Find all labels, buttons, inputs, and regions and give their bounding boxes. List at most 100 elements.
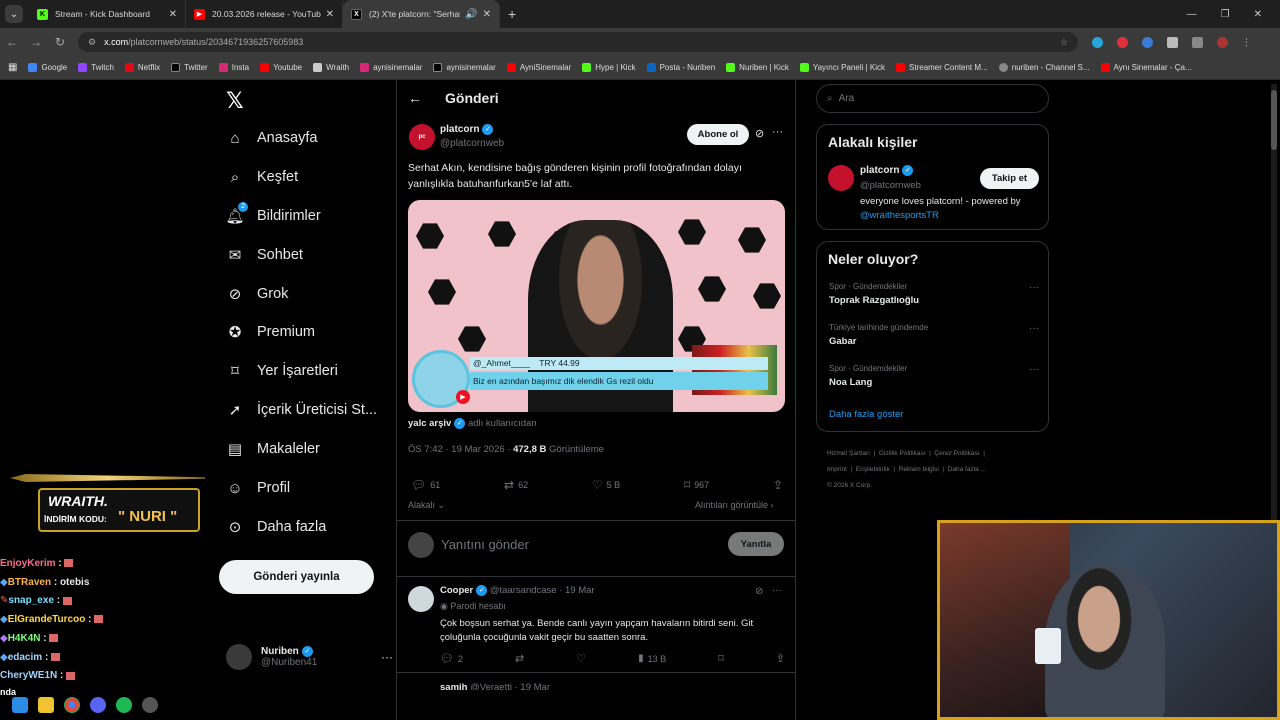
extension-icon[interactable]	[1092, 36, 1103, 48]
profile-avatar-icon[interactable]	[1217, 36, 1228, 48]
sidebar-item-more[interactable]: ⊙ Daha fazla	[226, 518, 327, 536]
star-icon[interactable]: ☆	[1060, 37, 1068, 48]
apps-grid-icon[interactable]: ▦	[8, 62, 17, 73]
footer-link[interactable]: Reklam bilgisi	[899, 466, 939, 473]
reply-submit-button[interactable]: Yanıtla	[728, 532, 784, 556]
bookmark-aynisinemalar-x[interactable]: aynisinemalar	[433, 63, 496, 72]
sidebar-item-home[interactable]: ⌂ Anasayfa	[226, 129, 317, 147]
url-input[interactable]: ⚙ x.com/platcornweb/status/2034671936257…	[78, 32, 1078, 52]
footer-link[interactable]: Hizmet Şartları	[827, 450, 870, 457]
reply-handle[interactable]: @taarsandcase	[490, 585, 557, 596]
related-name[interactable]: platcorn ✓	[860, 165, 914, 176]
account-switcher[interactable]: Nuriben ✓ @Nuriben41 ···	[226, 644, 393, 670]
close-tab-icon[interactable]: ✕	[169, 9, 177, 20]
bookmark-aynisinemalar[interactable]: aynisinemalar	[360, 63, 422, 72]
bookmark-wraith[interactable]: Wraith	[313, 63, 349, 72]
sidebar-item-articles[interactable]: ▤ Makaleler	[226, 440, 320, 458]
reply-author[interactable]: Cooper	[440, 585, 473, 596]
bookmark-nuriben-kick[interactable]: Nuriben | Kick	[726, 63, 789, 72]
bookmark-streamer-content[interactable]: Streamer Content M...	[896, 63, 988, 72]
cooper-avatar[interactable]	[408, 586, 434, 612]
more-dots-icon[interactable]: ···	[1029, 282, 1039, 293]
sidebar-item-premium[interactable]: ✪ Premium	[226, 323, 315, 341]
forward-icon[interactable]: →	[24, 35, 48, 49]
footer-link[interactable]: Çerez Politikası	[934, 450, 979, 457]
bookmark-twitter[interactable]: Twitter	[171, 63, 208, 72]
view-quotes-link[interactable]: Alıntıları görüntüle ›	[695, 500, 774, 510]
bookmark-google[interactable]: Google	[28, 63, 67, 72]
bookmark-posta[interactable]: Posta - Nuriben	[646, 63, 715, 72]
browser-tab-kick[interactable]: K Stream - Kick Dashboard ✕	[29, 0, 186, 28]
maximize-icon[interactable]: ❐	[1221, 9, 1230, 20]
windows-start-icon[interactable]	[12, 697, 28, 713]
discord-icon[interactable]	[90, 697, 106, 713]
folder-icon[interactable]	[38, 697, 54, 713]
like-button[interactable]: ♡	[576, 652, 586, 665]
bookmark-hype-kick[interactable]: Hype | Kick	[582, 63, 636, 72]
bookmark-yayinci-paneli[interactable]: Yayıncı Paneli | Kick	[799, 63, 885, 72]
sidebar-item-creator-studio[interactable]: ➚ İçerik Üreticisi St...	[226, 401, 377, 419]
close-tab-icon[interactable]: ✕	[483, 9, 491, 20]
platcorn-avatar[interactable]: pc	[409, 124, 435, 150]
sort-dropdown[interactable]: Alakalı ⌄	[408, 500, 445, 511]
browser-tab-youtube[interactable]: ▶ 20.03.2026 release - YouTube ✕	[186, 0, 343, 28]
views-button[interactable]: ▮ 13 B	[638, 653, 666, 664]
sidebar-item-notifications[interactable]: 🔔︎ 2 Bildirimler	[225, 202, 321, 225]
follow-button[interactable]: Takip et	[980, 168, 1039, 189]
scrollbar-thumb[interactable]	[1271, 90, 1277, 150]
more-dots-icon[interactable]: ···	[772, 126, 783, 138]
reply-button[interactable]: 💬︎ 2	[440, 652, 463, 665]
grok-icon[interactable]: ⊘	[755, 127, 764, 140]
subscribe-button[interactable]: Abone ol	[687, 124, 749, 145]
footer-link[interactable]: Erişilebilirlik	[856, 466, 890, 473]
close-tab-icon[interactable]: ✕	[326, 9, 334, 20]
repost-button[interactable]: ⇄	[515, 652, 524, 665]
sidebar-item-explore[interactable]: ⌕ Keşfet	[226, 168, 298, 186]
bookmark-ayni-sinemalar[interactable]: Aynı Sinemalar - Ça...	[1100, 63, 1192, 72]
search-input[interactable]: ⌕ Ara	[816, 84, 1049, 113]
footer-link[interactable]: Imprint	[827, 466, 847, 473]
show-more-link[interactable]: Daha fazla göster	[829, 409, 903, 420]
back-icon[interactable]: ←	[0, 35, 24, 49]
platcorn-avatar[interactable]	[828, 165, 854, 191]
next-reply-author[interactable]: samih	[440, 682, 467, 690]
puzzle-icon[interactable]	[1167, 36, 1178, 48]
more-dots-icon[interactable]: ···	[772, 585, 782, 596]
sidebar-item-profile[interactable]: ☺ Profil	[226, 479, 290, 497]
extension-icon[interactable]	[1142, 36, 1153, 48]
browser-tab-x[interactable]: X (2) X'te platcorn: "Serhat Akı 🔊 ✕	[343, 0, 500, 28]
post-media-video[interactable]: ▶ @_Ahmet____ TRY 44.99 Biz en azından b…	[408, 200, 785, 412]
close-window-icon[interactable]: ✕	[1254, 9, 1262, 20]
bookmark-twitch[interactable]: Twitch	[78, 63, 114, 72]
more-dots-icon[interactable]: ···	[381, 650, 393, 664]
bookmark-button[interactable]: ⌑	[718, 652, 724, 665]
media-source[interactable]: yalc arşiv ✓ adlı kullanıcıdan	[408, 418, 537, 429]
bookmark-insta[interactable]: Insta	[218, 63, 249, 72]
trend-item[interactable]: Spor · Gündemdekiler Toprak Razgatlıoğlu…	[829, 282, 1039, 306]
chrome-icon[interactable]	[64, 697, 80, 713]
steam-icon[interactable]	[142, 697, 158, 713]
repost-button[interactable]: ⇄ 62	[504, 478, 528, 492]
more-dots-icon[interactable]: ···	[1029, 323, 1039, 334]
bookmark-aynisinemalar-yt[interactable]: AyniSinemalar	[506, 63, 571, 72]
bookmark-youtube[interactable]: Youtube	[260, 63, 302, 72]
extension-icon[interactable]	[1117, 36, 1128, 48]
like-button[interactable]: ♡ 5 B	[592, 478, 620, 492]
site-info-icon[interactable]: ⚙	[88, 37, 96, 48]
spotify-icon[interactable]	[116, 697, 132, 713]
reply-input[interactable]: Yanıtını gönder	[441, 537, 529, 552]
footer-link[interactable]: Gizlilik Politikası	[879, 450, 926, 457]
new-tab-button[interactable]: +	[508, 6, 516, 22]
post-button[interactable]: Gönderi yayınla	[219, 560, 374, 594]
reply-button[interactable]: 💬︎ 61	[411, 478, 440, 492]
bookmark-netflix[interactable]: Netflix	[124, 63, 160, 72]
bookmark-nuriben-channel[interactable]: nuriben - Channel S...	[998, 63, 1090, 72]
more-dots-icon[interactable]: ···	[1029, 364, 1039, 375]
sidebar-item-grok[interactable]: ⊘ Grok	[226, 285, 289, 303]
grok-icon[interactable]: ⊘	[755, 586, 763, 597]
media-icon[interactable]	[1192, 36, 1203, 48]
trend-item[interactable]: Türkiye tarihinde gündemde Gabar ···	[829, 323, 1039, 347]
back-arrow-icon[interactable]: ←	[408, 90, 422, 106]
sidebar-item-bookmarks[interactable]: ⌑ Yer İşaretleri	[226, 362, 338, 380]
trend-item[interactable]: Spor · Gündemdekiler Noa Lang ···	[829, 364, 1039, 388]
